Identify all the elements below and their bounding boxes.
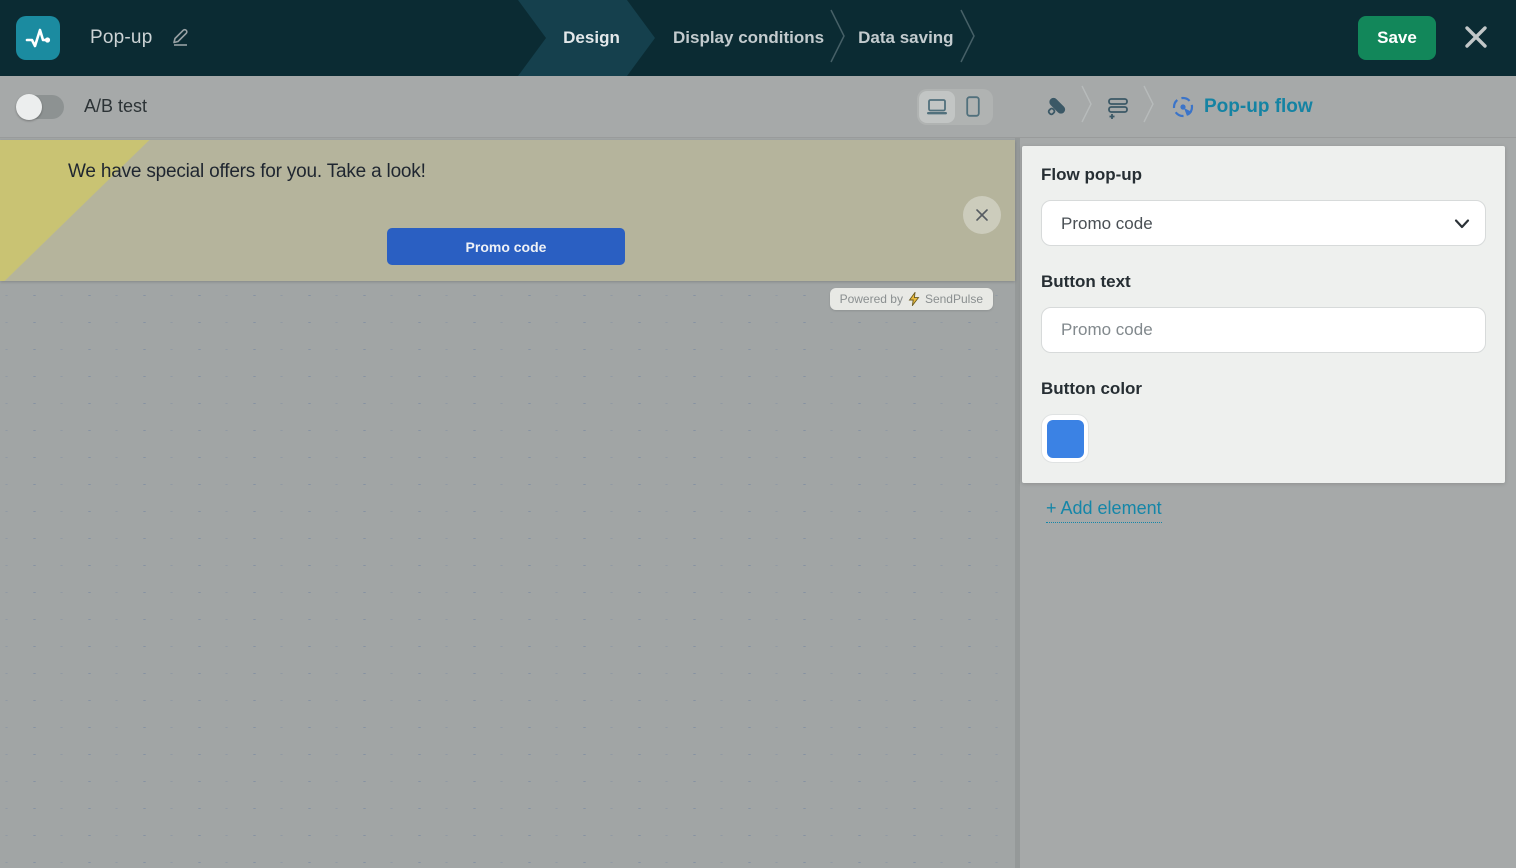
save-button[interactable]: Save [1358,16,1436,60]
desktop-preview-button[interactable] [919,90,955,123]
topbar: Pop-up Design Display conditions Data sa… [0,0,1516,76]
brand-text: SendPulse [924,292,983,306]
breadcrumb-current[interactable]: Pop-up flow [1171,95,1313,119]
popup-preview[interactable]: We have special offers for you. Take a l… [0,140,1015,281]
close-editor-icon[interactable] [1458,19,1494,58]
breadcrumb-current-label: Pop-up flow [1204,95,1313,117]
desktop-icon [927,98,947,114]
button-text-input[interactable] [1041,307,1486,353]
tab-separator-icon [959,7,976,70]
flow-select[interactable]: Promo code [1041,200,1486,246]
flow-popup-label: Flow pop-up [1041,165,1143,184]
canvas-toolbar: A/B test [0,76,1015,138]
step-tabs: Design Display conditions Data saving [518,0,982,76]
settings-panel-column: Pop-up flow Flow pop-up Promo code Butto… [1015,76,1516,868]
powered-by-badge[interactable]: Powered by SendPulse [829,288,993,310]
chevron-right-icon [1081,82,1093,131]
element-settings-card: Flow pop-up Promo code Button text Butto… [1022,146,1505,483]
button-color-picker[interactable] [1041,414,1089,463]
tab-display-conditions-label: Display conditions [673,28,825,47]
color-swatch [1046,419,1084,458]
sendpulse-logo-icon [16,16,60,60]
design-paint-roller-icon[interactable] [1043,94,1069,120]
mobile-preview-button[interactable] [955,91,991,123]
tab-display-conditions[interactable]: Display conditions [673,28,824,48]
tab-data-saving-label: Data saving [858,28,954,47]
popup-message: We have special offers for you. Take a l… [68,161,426,182]
add-element-button[interactable]: + Add element [1046,498,1162,523]
lightning-bolt-icon [908,292,920,306]
project-title: Pop-up [90,27,153,48]
tab-design-label: Design [563,28,620,47]
device-preview-switch [917,88,993,125]
workspace: A/B test We have special offers for you. [0,76,1516,868]
flow-target-icon [1172,96,1194,117]
panel-breadcrumb: Pop-up flow [1015,76,1516,138]
tab-data-saving[interactable]: Data saving [858,28,953,48]
tab-design[interactable]: Design [518,0,655,76]
popup-close-icon[interactable] [963,196,1001,234]
button-color-label: Button color [1041,379,1143,398]
edit-title-icon[interactable] [168,24,192,53]
powered-by-text: Powered by [839,292,903,306]
button-text-label: Button text [1041,272,1131,291]
settings-panel: Flow pop-up Promo code Button text Butto… [1015,138,1516,868]
toggle-knob [16,93,42,120]
chevron-right-icon [1143,82,1155,131]
elements-list-icon[interactable] [1105,94,1131,120]
popup-promo-button[interactable]: Promo code [387,228,625,265]
tab-separator-icon [830,7,846,70]
ab-test-label: A/B test [84,96,148,116]
ab-test-toggle[interactable] [16,93,64,120]
editor-canvas-column: A/B test We have special offers for you. [0,76,1015,868]
mobile-icon [966,96,980,117]
preview-canvas: We have special offers for you. Take a l… [0,138,1015,868]
